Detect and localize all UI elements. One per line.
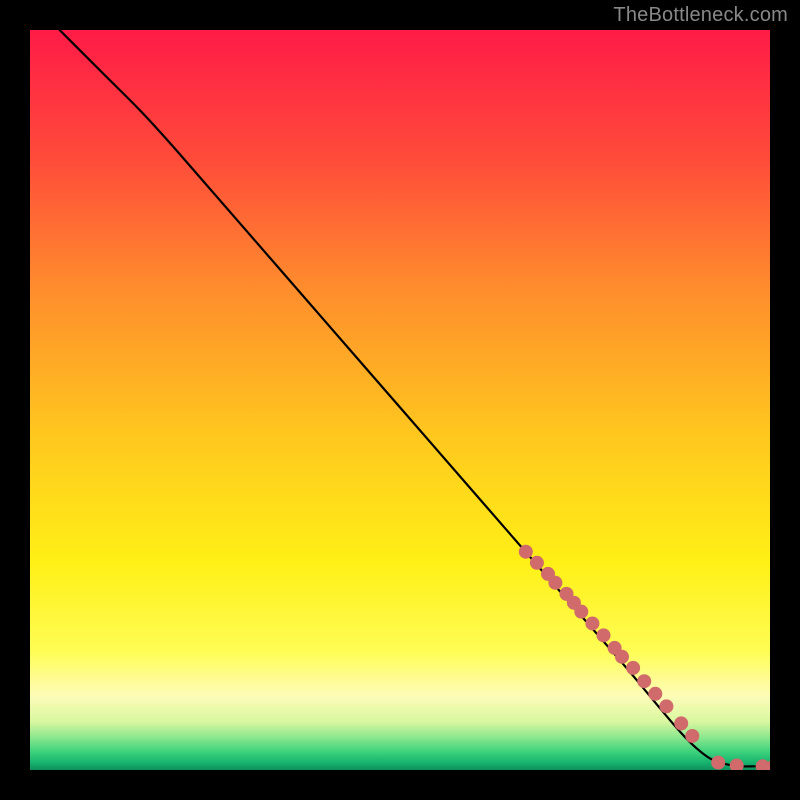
data-point [574,605,588,619]
data-point [711,756,725,770]
watermark-text: TheBottleneck.com [613,4,788,27]
data-point [648,687,662,701]
data-point [659,699,673,713]
data-point [519,545,533,559]
data-point [548,576,562,590]
plot-frame [30,30,770,770]
data-point [637,674,651,688]
data-point [730,759,744,770]
data-point-markers [30,30,770,770]
data-point [530,556,544,570]
data-point [585,616,599,630]
data-point [626,661,640,675]
data-point [615,650,629,664]
data-point [674,716,688,730]
data-point [767,759,770,770]
data-point [597,628,611,642]
data-point [685,729,699,743]
